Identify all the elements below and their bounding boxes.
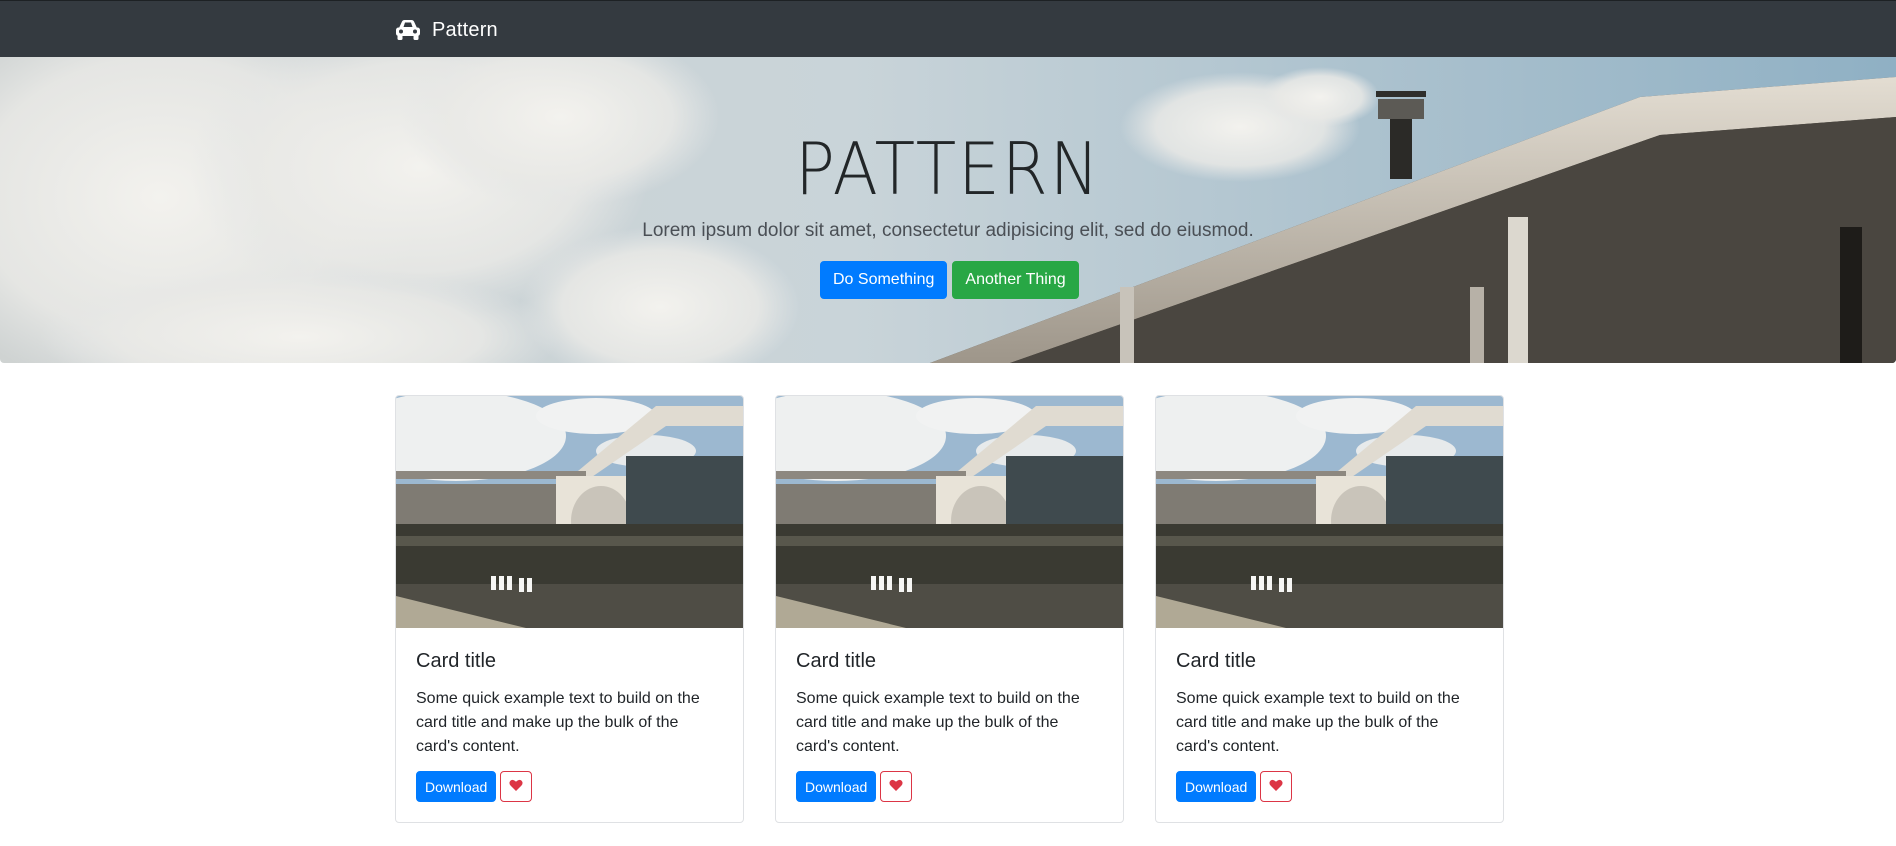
hero-actions: Do Something Another Thing [820, 261, 1079, 299]
card-title: Card title [1176, 650, 1257, 672]
hero-jumbotron: PATTERN Lorem ipsum dolor sit amet, cons… [0, 57, 1896, 363]
card-image [396, 396, 743, 628]
favorite-button[interactable] [880, 771, 913, 802]
card-text: Some quick example text to build on the … [416, 690, 700, 755]
card-actions: Download [416, 771, 723, 802]
card-title: Card title [416, 650, 497, 672]
brand-link[interactable]: Pattern [394, 15, 498, 45]
heart-icon [1269, 779, 1283, 795]
another-thing-button[interactable]: Another Thing [952, 261, 1079, 299]
hero-lead-text: Lorem ipsum dolor sit amet, consectetur … [642, 220, 1254, 241]
card-body: Card title Some quick example text to bu… [396, 628, 743, 822]
favorite-button[interactable] [500, 771, 533, 802]
card-title: Card title [796, 650, 877, 672]
heart-icon [889, 779, 903, 795]
card-body: Card title Some quick example text to bu… [1156, 628, 1503, 822]
card: Card title Some quick example text to bu… [395, 395, 744, 823]
card-actions: Download [796, 771, 1103, 802]
download-button[interactable]: Download [796, 771, 877, 802]
do-something-button[interactable]: Do Something [820, 261, 948, 299]
heart-icon [509, 779, 523, 795]
card-grid: Card title Some quick example text to bu… [395, 395, 1505, 823]
card: Card title Some quick example text to bu… [775, 395, 1124, 823]
car-icon [394, 18, 422, 42]
favorite-button[interactable] [1260, 771, 1293, 802]
download-button[interactable]: Download [1176, 771, 1257, 802]
card-image [776, 396, 1123, 628]
brand-label: Pattern [432, 18, 498, 41]
hero-title: PATTERN [795, 127, 1101, 211]
top-navbar: Pattern [0, 0, 1896, 57]
card-actions: Download [1176, 771, 1483, 802]
card-image [1156, 396, 1503, 628]
download-button[interactable]: Download [416, 771, 497, 802]
card-body: Card title Some quick example text to bu… [776, 628, 1123, 822]
card: Card title Some quick example text to bu… [1155, 395, 1504, 823]
card-text: Some quick example text to build on the … [796, 690, 1080, 755]
card-text: Some quick example text to build on the … [1176, 690, 1460, 755]
